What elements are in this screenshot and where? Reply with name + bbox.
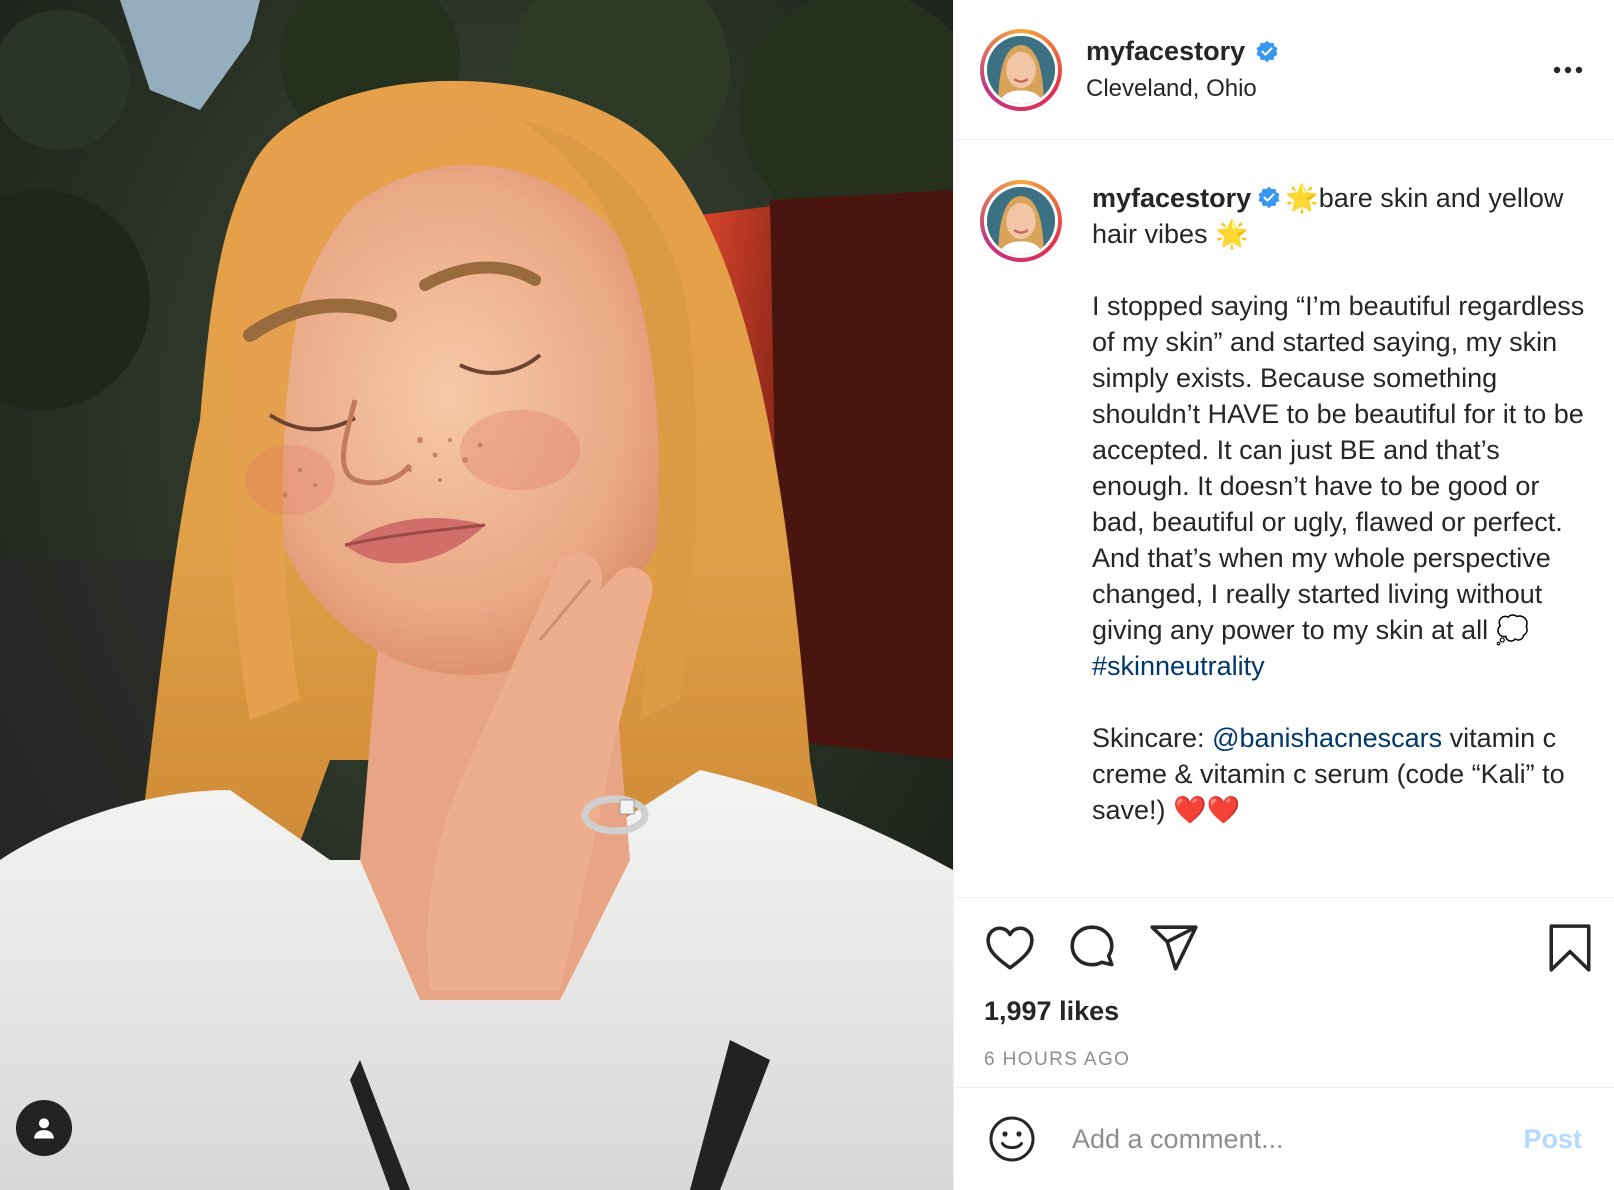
comment-input[interactable] — [1070, 1122, 1518, 1156]
emoji-picker-button[interactable] — [986, 1113, 1038, 1165]
heart-icon — [986, 926, 1034, 970]
verified-badge-icon — [1258, 186, 1280, 209]
more-icon — [1553, 66, 1583, 73]
likes-count[interactable]: 1,997 likes — [984, 996, 1588, 1027]
user-tag-icon — [34, 1118, 54, 1139]
glowing-star-icon: 🌟 — [1285, 183, 1319, 213]
skincare-prefix: Skincare: — [1092, 723, 1205, 753]
selfie-image — [0, 0, 953, 1190]
post-caption: myfacestory 🌟bare skin and yellow hair vi… — [954, 140, 1614, 898]
instagram-post: myfacestory Cleveland, Ohio myfacestory … — [0, 0, 1614, 1190]
bookmark-icon — [1549, 924, 1591, 972]
post-header: myfacestory Cleveland, Ohio — [954, 0, 1614, 140]
mention-link[interactable]: @banishacnescars — [1212, 723, 1442, 753]
comment-icon — [1070, 925, 1114, 967]
like-button[interactable] — [984, 922, 1036, 974]
more-options-button[interactable] — [1548, 55, 1588, 85]
caption-text: myfacestory 🌟bare skin and yellow hair vi… — [1092, 180, 1588, 897]
share-button[interactable] — [1148, 922, 1200, 974]
comment-button[interactable] — [1066, 922, 1118, 974]
avatar-image — [987, 35, 1055, 104]
post-photo[interactable] — [0, 0, 953, 1190]
profile-avatar[interactable] — [980, 28, 1062, 111]
post-location[interactable]: Cleveland, Ohio — [1086, 75, 1279, 103]
emoji-icon — [989, 1116, 1035, 1162]
post-timestamp[interactable]: 6 HOURS AGO — [984, 1049, 1588, 1071]
tagged-users-button[interactable] — [16, 1100, 72, 1156]
glowing-star-icon: 🌟 — [1215, 219, 1249, 249]
post-side-panel: myfacestory Cleveland, Ohio myfacestory … — [953, 0, 1614, 1190]
save-button[interactable] — [1544, 922, 1596, 974]
post-actions: 1,997 likes 6 HOURS AGO — [954, 898, 1614, 1088]
add-comment-section: Post — [954, 1088, 1614, 1190]
verified-badge-icon — [1256, 40, 1278, 62]
hashtag-link[interactable]: #skinneutrality — [1092, 651, 1265, 681]
caption-username[interactable]: myfacestory — [1092, 183, 1251, 213]
caption-avatar[interactable] — [980, 180, 1062, 262]
header-username[interactable]: myfacestory — [1086, 36, 1245, 67]
caption-body: I stopped saying “I’m beautiful regardle… — [1092, 291, 1585, 645]
thought-bubble-icon: 💭 — [1495, 615, 1530, 645]
avatar-image — [987, 187, 1055, 255]
share-icon — [1150, 925, 1198, 971]
post-comment-button[interactable]: Post — [1517, 1123, 1588, 1156]
hearts-icon: ❤️❤️ — [1173, 795, 1241, 825]
